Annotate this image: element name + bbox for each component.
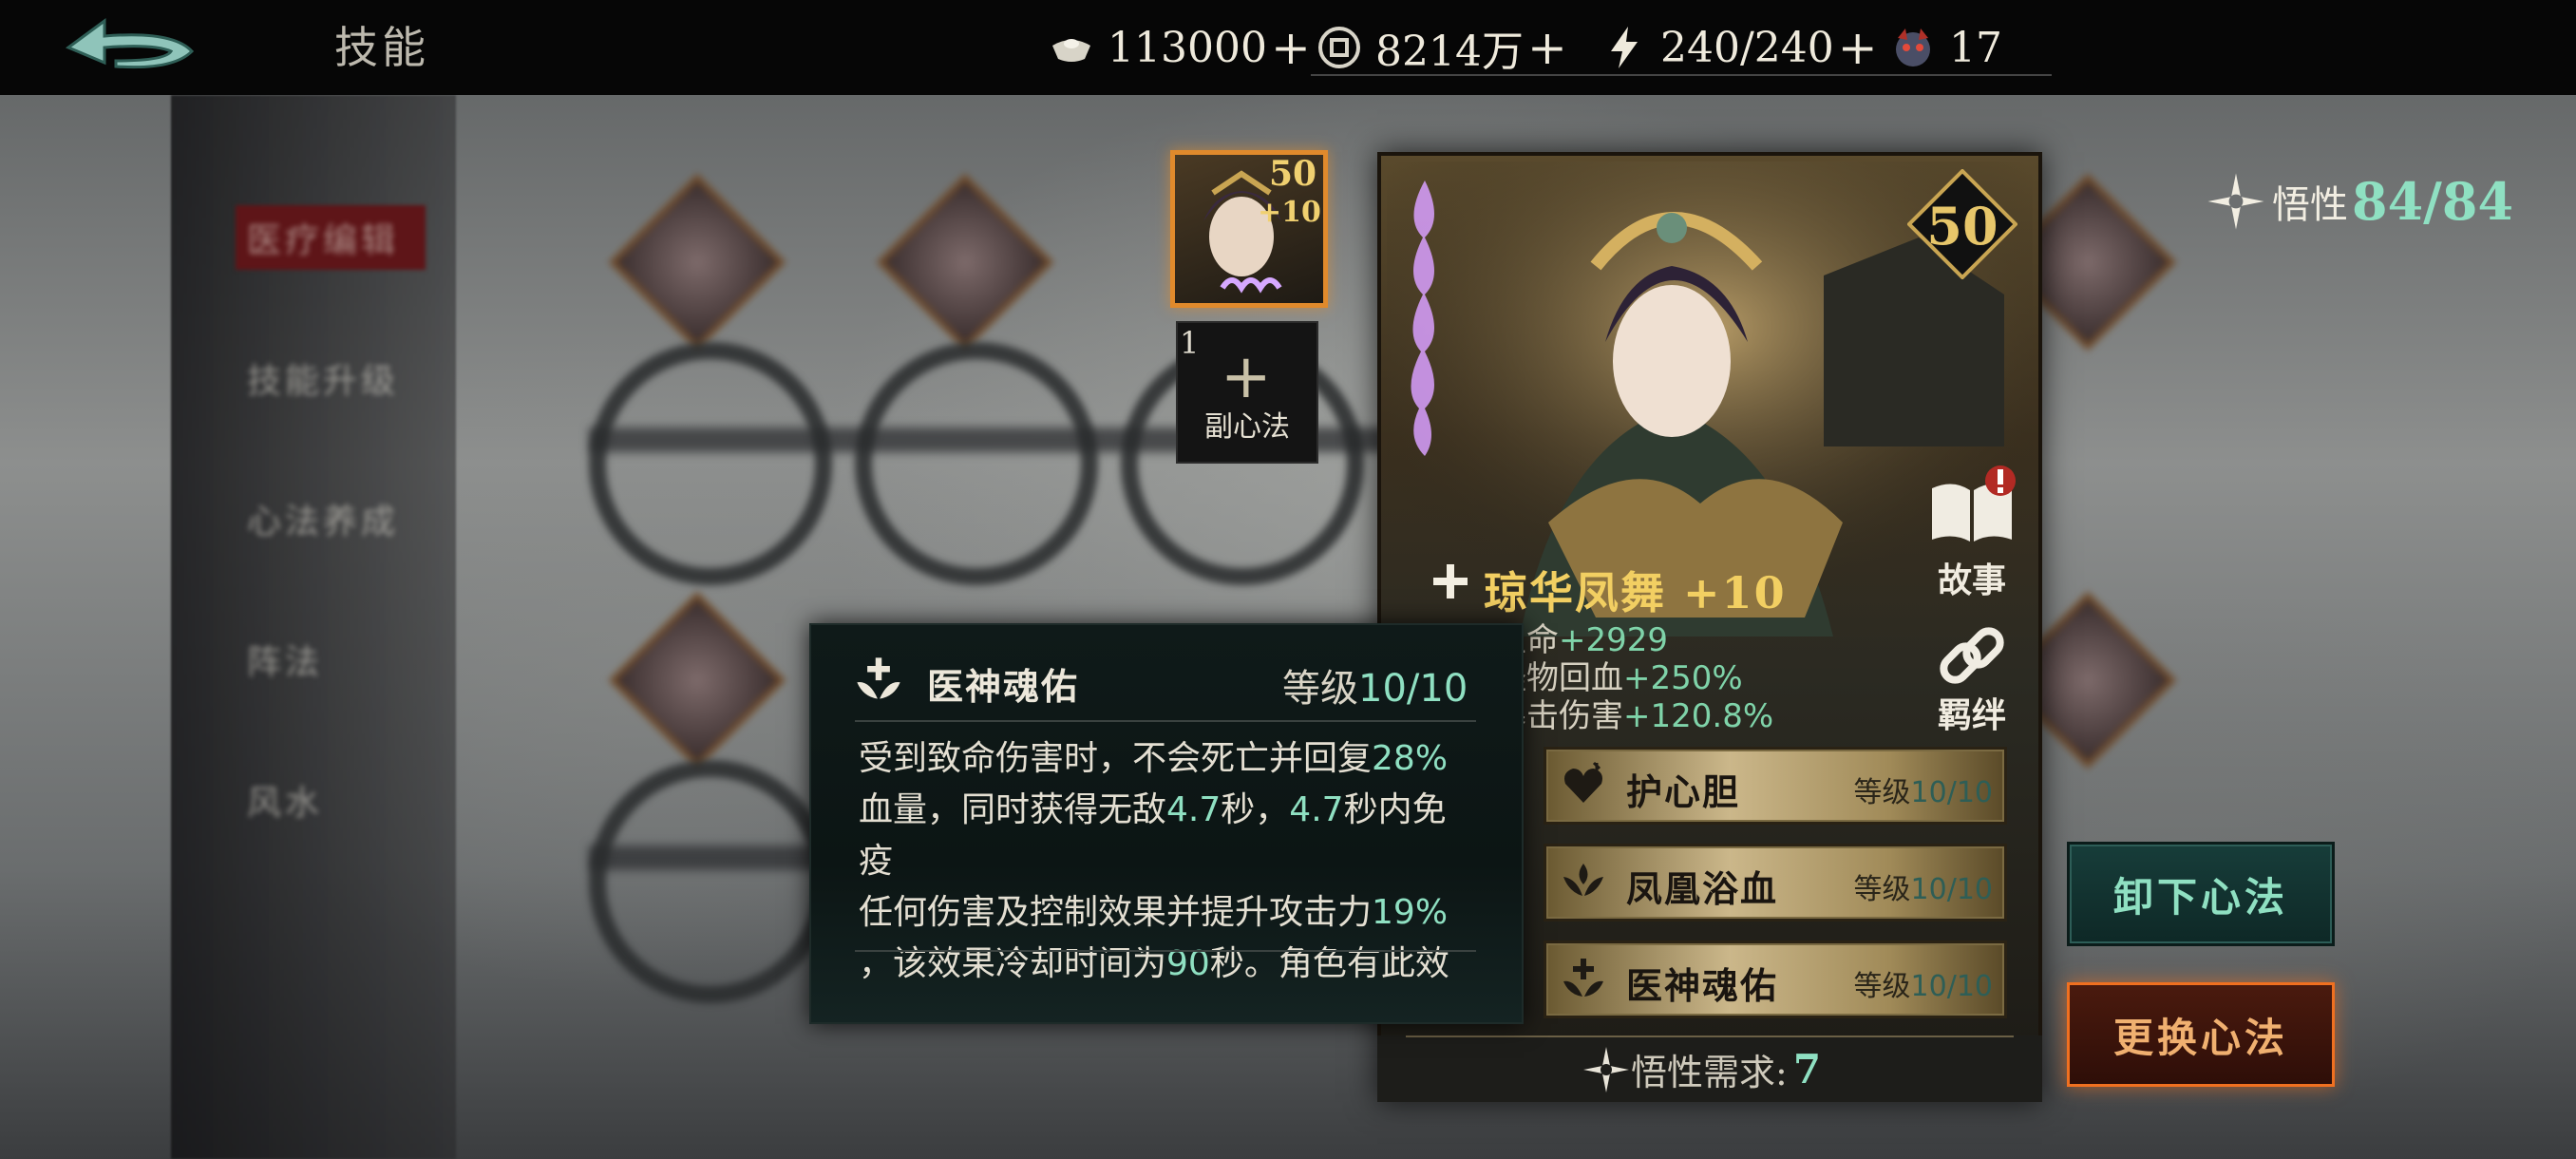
silver-ingot-icon <box>1052 39 1090 62</box>
book-icon[interactable] <box>1926 460 2017 555</box>
change-skill-button[interactable]: 更换心法 <box>2067 982 2335 1087</box>
sidebar-item[interactable]: 阵法 <box>247 635 323 684</box>
unequip-button[interactable]: 卸下心法 <box>2067 842 2335 946</box>
tooltip-level-label: 等级 <box>1282 667 1358 711</box>
resource-energy[interactable]: 240/240 + <box>1601 20 1878 75</box>
desc-value: 4.7 <box>1289 790 1344 829</box>
requirement-label: 悟性需求: <box>1631 1052 1788 1093</box>
desc-value: 19% <box>1372 893 1449 932</box>
mini-level: 50 <box>1269 154 1317 194</box>
resource-mask[interactable]: 17 <box>1890 21 2002 74</box>
desc-text: 受到致命伤害时，不会死亡并回复 <box>859 739 1373 778</box>
tooltip-divider <box>855 720 1476 722</box>
skill-name: 护心胆 <box>1626 770 1741 813</box>
skill-level-value: 10/10 <box>1910 970 1993 1003</box>
skill-level-label: 等级 <box>1853 873 1911 906</box>
skill-level: 等级10/10 <box>1854 865 1993 907</box>
winged-cross-icon <box>857 657 900 699</box>
mini-bonus: +10 <box>1258 196 1321 229</box>
demon-mask-icon <box>1896 28 1930 66</box>
skill-level: 等级10/10 <box>1854 962 1993 1004</box>
story-button[interactable]: 故事 <box>1924 553 2019 602</box>
add-resource-icon[interactable]: + <box>1838 20 1878 75</box>
skill-name: 医神魂佑 <box>1626 964 1779 1007</box>
phoenix-icon <box>1563 864 1603 896</box>
resource-silver[interactable]: 113000 + <box>1049 20 1311 75</box>
tooltip-divider <box>855 950 1476 952</box>
link-icon[interactable] <box>1934 619 2010 695</box>
resource-value: 17 <box>1949 23 2002 72</box>
winged-cross-icon <box>1563 959 1603 997</box>
insight-requirement: 悟性需求: 7 <box>1582 1043 1821 1095</box>
resource-divider <box>1311 74 2052 76</box>
skill-row[interactable]: 凤凰浴血 等级10/10 <box>1544 844 2007 922</box>
heart-shield-icon <box>1564 761 1602 803</box>
page-title: 技能 <box>334 22 429 73</box>
tooltip-level-value: 10/10 <box>1358 667 1468 711</box>
skill-row[interactable]: 医神魂佑 等级10/10 <box>1544 940 2007 1018</box>
insight-value: 84/84 <box>2352 171 2514 232</box>
skill-slot[interactable] <box>589 760 832 1003</box>
stat-value: +120.8% <box>1623 697 1774 735</box>
desc-value: 28% <box>1372 739 1449 778</box>
add-resource-icon[interactable]: + <box>1527 20 1567 75</box>
requirement-value: 7 <box>1792 1046 1822 1092</box>
desc-text: 任何伤害及控制效果并提升攻击力 <box>859 893 1373 932</box>
purple-flame-icon <box>1411 180 1434 456</box>
sidebar-item[interactable]: 医疗编辑 <box>247 213 399 262</box>
resource-value: 240/240 <box>1660 23 1834 72</box>
back-arrow-icon[interactable] <box>59 13 201 82</box>
skill-level-value: 10/10 <box>1910 776 1993 809</box>
skill-level-label: 等级 <box>1853 776 1911 809</box>
hero-level: 50 <box>1926 196 1998 256</box>
sidebar-item[interactable]: 风水 <box>247 775 323 825</box>
skill-level-value: 10/10 <box>1910 873 1993 906</box>
skill-level: 等级10/10 <box>1854 769 1993 810</box>
skill-row[interactable]: 护心胆 等级10/10 <box>1544 747 2007 825</box>
hero-name: 琼华凤舞 +10 <box>1484 567 1787 618</box>
sub-skill-count: 1 <box>1180 325 1200 361</box>
insight-label: 悟性 <box>2272 183 2348 227</box>
add-resource-icon[interactable]: + <box>1271 20 1311 75</box>
plus-icon <box>1433 564 1468 598</box>
desc-value: 4.7 <box>1166 790 1222 829</box>
desc-text: 秒， <box>1221 790 1290 829</box>
card-divider <box>1406 1036 2014 1037</box>
tooltip-skill-name: 医神魂佑 <box>927 665 1080 708</box>
tooltip-level: 等级10/10 <box>1282 657 1468 712</box>
sidebar-item[interactable]: 技能升级 <box>247 353 399 403</box>
sub-skill-label: 副心法 <box>1204 410 1290 444</box>
resource-coin[interactable]: 8214万 + <box>1316 20 1567 76</box>
coin-icon <box>1318 27 1360 68</box>
skill-name: 凤凰浴血 <box>1626 867 1779 910</box>
sidebar-item[interactable]: 心法养成 <box>247 494 399 543</box>
resource-value: 8214万 <box>1375 28 1524 76</box>
skill-slot[interactable] <box>589 342 832 585</box>
desc-text: 血量，同时获得无敌 <box>859 790 1167 829</box>
bond-button[interactable]: 羁绊 <box>1924 688 2019 737</box>
insight-icon <box>2207 173 2264 230</box>
insight-counter: 悟性 84/84 <box>2206 171 2513 232</box>
skill-level-label: 等级 <box>1853 970 1911 1003</box>
lightning-icon <box>1611 27 1638 68</box>
resource-value: 113000 <box>1108 23 1267 72</box>
skill-slot[interactable] <box>855 342 1098 585</box>
insight-icon <box>1583 1046 1629 1092</box>
plus-icon: + <box>1221 342 1272 412</box>
